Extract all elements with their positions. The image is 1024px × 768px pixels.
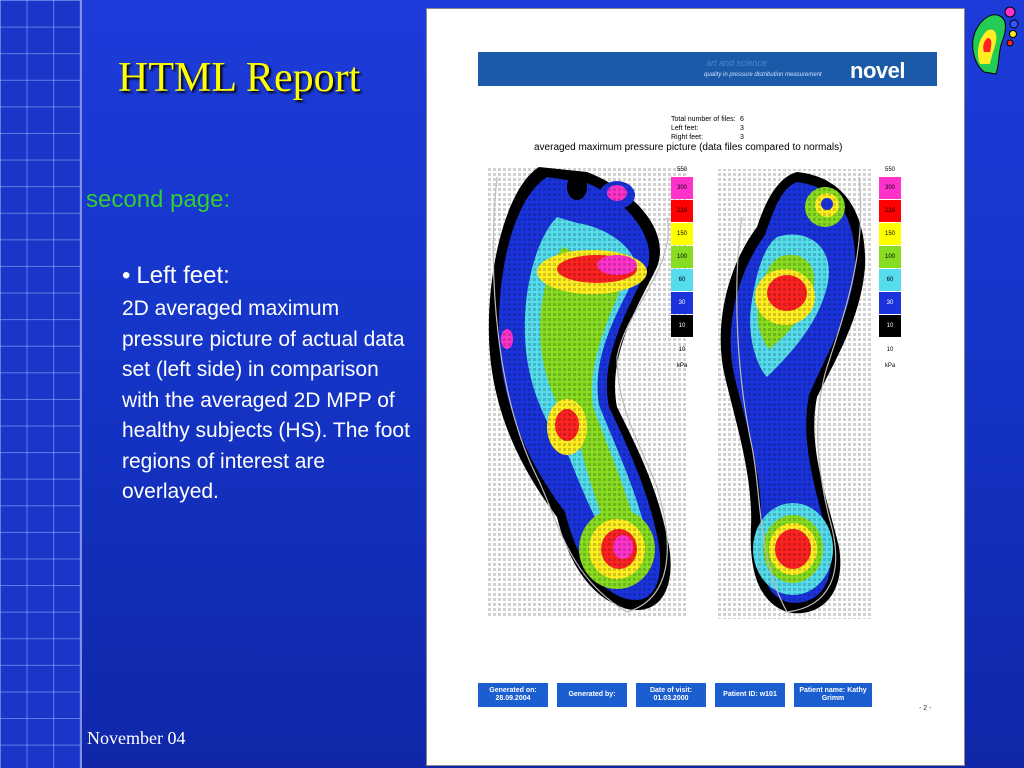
pressure-chart-title: averaged maximum pressure picture (data … [534, 142, 843, 153]
bullet-icon: • [122, 262, 131, 289]
grid-decoration [0, 0, 82, 768]
stat-value: 3 [740, 134, 744, 141]
page-number: - 2 - [919, 705, 932, 712]
legend-swatch: 60 [879, 269, 901, 291]
stat-value: 6 [740, 116, 744, 123]
info-line: Generated by: [568, 691, 616, 698]
left-foot-heatmap [487, 167, 687, 617]
legend-swatch: 220 [671, 200, 693, 222]
info-date-of-visit: Date of visit: 01.03.2000 [636, 683, 706, 707]
pressure-feet-image [487, 167, 872, 619]
info-patient-id: Patient ID: w101 [715, 683, 785, 707]
info-line: Generated on: [489, 687, 537, 694]
left-pressure-legend: 550 300 220 150 100 60 30 10 10 kPa [671, 167, 693, 369]
info-line: 28.09.2004 [495, 695, 531, 702]
legend-swatch: 10 [879, 315, 901, 337]
stat-row: Left feet: 3 [671, 124, 744, 133]
legend-top-label: 550 [884, 167, 895, 173]
legend-swatch: 150 [879, 223, 901, 245]
legend-swatch: 10 [671, 315, 693, 337]
legend-swatch: 30 [671, 292, 693, 314]
stat-label: Right feet: [671, 134, 703, 141]
legend-swatch: 300 [879, 177, 901, 199]
legend-unit: kPa [676, 362, 688, 369]
legend-below-label: 10 [886, 346, 894, 353]
info-line: Patient name: Kathy [799, 687, 867, 694]
stat-row: Right feet: 3 [671, 133, 744, 142]
legend-below-label: 10 [678, 346, 686, 353]
info-line: 01.03.2000 [653, 695, 689, 702]
legend-swatch: 300 [671, 177, 693, 199]
footer-date: November 04 [87, 728, 186, 748]
body-text: 2D averaged maximum pressure picture of … [122, 297, 410, 503]
banner-subtagline: quality in pressure distribution measure… [704, 72, 822, 78]
legend-swatch: 100 [671, 246, 693, 268]
novel-logo: novel [850, 58, 905, 83]
info-generated-on: Generated on: 28.09.2004 [478, 683, 548, 707]
legend-swatch: 30 [879, 292, 901, 314]
normal-foot-heatmap [717, 169, 872, 619]
stat-label: Total number of files: [671, 116, 736, 123]
slide-title: HTML Report [118, 55, 361, 101]
stat-row: Total number of files: 6 [671, 115, 744, 124]
legend-swatch: 100 [879, 246, 901, 268]
subheading: second page: [86, 186, 231, 213]
right-pressure-legend: 550 300 220 150 100 60 30 10 10 kPa [879, 167, 901, 369]
legend-swatch: 60 [671, 269, 693, 291]
info-line: Grimm [821, 695, 845, 702]
foot-logo-icon [972, 6, 1019, 75]
legend-swatch: 150 [671, 223, 693, 245]
legend-top-label: 550 [676, 167, 687, 173]
report-page: art and science quality in pressure dist… [426, 8, 965, 766]
info-patient-name: Patient name: Kathy Grimm [794, 683, 872, 707]
stat-label: Left feet: [671, 125, 699, 132]
info-line: Date of visit: [649, 687, 692, 694]
info-line: Patient ID: w101 [723, 691, 777, 698]
bullet-item: • Left feet: [122, 262, 230, 290]
info-generated-by: Generated by: [557, 683, 627, 707]
legend-swatch: 220 [879, 200, 901, 222]
stat-value: 3 [740, 125, 744, 132]
bullet-label: Left feet: [136, 262, 230, 289]
report-banner: art and science quality in pressure dist… [478, 52, 937, 86]
file-stats: Total number of files: 6 Left feet: 3 Righ… [671, 115, 744, 142]
legend-unit: kPa [884, 362, 896, 369]
banner-tagline: art and science [706, 58, 768, 68]
